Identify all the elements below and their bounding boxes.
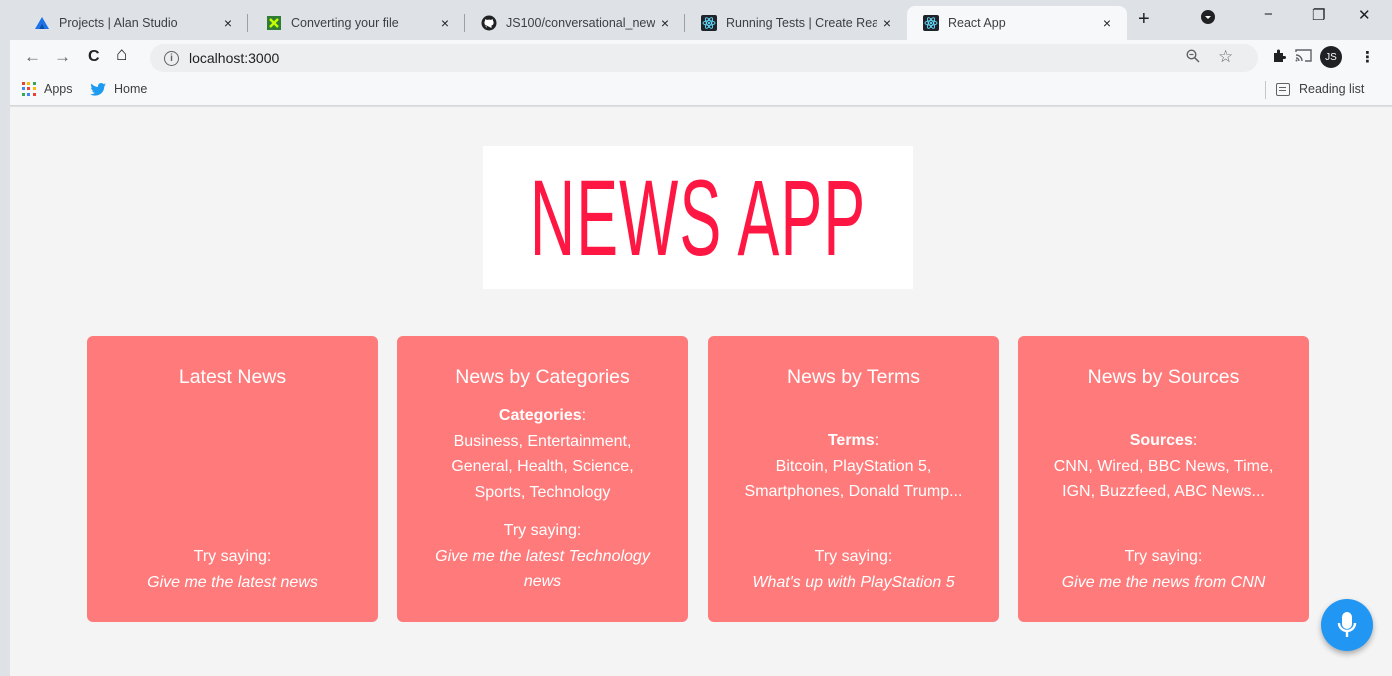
react-icon (701, 15, 717, 31)
info-value: Bitcoin, PlayStation 5, Smartphones, Don… (744, 457, 963, 501)
microphone-icon (1337, 611, 1357, 639)
info-value: Business, Entertainment, General, Health… (451, 432, 634, 501)
card-info: Terms: Bitcoin, PlayStation 5, Smartphon… (744, 432, 963, 501)
bookmark-label: Home (114, 82, 148, 96)
bookmarks-bar: Apps Home Reading list (10, 76, 1392, 106)
tab-alan-studio[interactable]: Projects | Alan Studio × (18, 6, 248, 40)
logo-text: NEWS APP (529, 156, 867, 278)
try-example: What's up with PlayStation 5 (752, 573, 955, 591)
voice-assistant-button[interactable] (1321, 599, 1373, 651)
alan-studio-icon (34, 15, 50, 31)
info-label: Sources (1129, 432, 1193, 449)
bookmarks-divider (1265, 81, 1266, 99)
zoom-icon[interactable] (1186, 49, 1200, 67)
tab-title: React App (948, 16, 1006, 30)
github-icon (481, 15, 497, 31)
tab-title: Running Tests | Create React (726, 16, 877, 30)
card-try-saying: Try saying: Give me the latest news (87, 544, 378, 595)
home-button[interactable]: ⌂ (116, 44, 127, 66)
new-tab-button[interactable]: + (1138, 8, 1150, 31)
bookmark-home[interactable]: Home (90, 82, 147, 96)
page-viewport: NEWS APP Latest News Try saying: Give me… (10, 107, 1392, 676)
card-title: News by Terms (787, 366, 920, 388)
tab-create-react-app[interactable]: Running Tests | Create React × (685, 6, 907, 40)
address-bar[interactable]: i localhost:3000 ☆ (150, 44, 1258, 72)
card-info: Sources: CNN, Wired, BBC News, Time, IGN… (1053, 432, 1274, 501)
tab-strip: Projects | Alan Studio × Converting your… (10, 0, 1392, 40)
card-try-saying: Try saying: Give me the news from CNN (1018, 544, 1309, 595)
close-tab-icon[interactable]: × (655, 15, 675, 31)
info-label: Terms (827, 432, 875, 449)
browser-toolbar: ← → C ⌂ i localhost:3000 ☆ JS ⋮ (10, 40, 1392, 76)
converter-icon (266, 15, 282, 31)
bookmark-label: Apps (44, 82, 73, 96)
tab-converting-file[interactable]: Converting your file × (250, 6, 465, 40)
minimize-button[interactable]: − (1264, 6, 1273, 23)
try-label: Try saying: (814, 548, 893, 565)
cast-icon[interactable] (1295, 48, 1312, 67)
twitter-bird-icon (90, 82, 106, 96)
card-news-by-terms[interactable]: News by Terms Terms: Bitcoin, PlayStatio… (708, 336, 999, 622)
try-example: Give me the news from CNN (1061, 573, 1266, 591)
reload-button[interactable]: C (88, 48, 100, 66)
reading-list-button[interactable]: Reading list (1276, 82, 1364, 96)
try-example: Give me the latest news (147, 573, 318, 591)
close-tab-icon[interactable]: × (877, 15, 897, 31)
card-title: News by Categories (455, 366, 630, 388)
extensions-icon[interactable] (1272, 48, 1287, 67)
tab-title: Projects | Alan Studio (59, 16, 178, 30)
tab-search-icon[interactable] (1200, 9, 1216, 29)
tab-github[interactable]: JS100/conversational_news_a × (465, 6, 685, 40)
try-label: Try saying: (193, 548, 272, 565)
tab-react-app[interactable]: React App × (907, 6, 1127, 40)
tab-separator (247, 14, 248, 32)
forward-button[interactable]: → (54, 47, 71, 67)
reading-list-label: Reading list (1299, 82, 1365, 96)
reading-list-icon (1276, 82, 1290, 96)
card-latest-news[interactable]: Latest News Try saying: Give me the late… (87, 336, 378, 622)
card-try-saying: Try saying: Give me the latest Technolog… (397, 518, 688, 595)
tab-title: Converting your file (291, 16, 399, 30)
close-tab-icon[interactable]: × (1097, 15, 1117, 31)
card-try-saying: Try saying: What's up with PlayStation 5 (708, 544, 999, 595)
try-label: Try saying: (1124, 548, 1203, 565)
url-text: localhost:3000 (189, 50, 280, 66)
card-title: News by Sources (1087, 366, 1240, 388)
tab-title: JS100/conversational_news_a (506, 16, 655, 30)
profile-avatar[interactable]: JS (1320, 46, 1342, 68)
card-info: Categories: Business, Entertainment, Gen… (451, 407, 634, 501)
back-button[interactable]: ← (24, 47, 41, 67)
bookmark-star-icon[interactable]: ☆ (1218, 47, 1233, 67)
menu-kebab-icon[interactable]: ⋮ (1360, 48, 1375, 66)
bookmark-apps[interactable]: Apps (22, 82, 73, 96)
info-value: CNN, Wired, BBC News, Time, IGN, Buzzfee… (1053, 457, 1274, 501)
react-icon (923, 15, 939, 31)
news-app-logo: NEWS APP (483, 146, 913, 289)
close-window-button[interactable]: ✕ (1358, 6, 1371, 24)
site-info-icon[interactable]: i (164, 50, 179, 66)
card-news-by-categories[interactable]: News by Categories Categories: Business,… (397, 336, 688, 622)
card-news-by-sources[interactable]: News by Sources Sources: CNN, Wired, BBC… (1018, 336, 1309, 622)
close-tab-icon[interactable]: × (218, 15, 238, 31)
close-tab-icon[interactable]: × (435, 15, 455, 31)
apps-grid-icon (22, 82, 36, 96)
try-example: Give me the latest Technology news (435, 547, 650, 591)
info-label: Categories (498, 407, 582, 424)
restore-button[interactable]: ❐ (1312, 6, 1325, 24)
try-label: Try saying: (503, 522, 582, 539)
card-title: Latest News (178, 366, 287, 388)
